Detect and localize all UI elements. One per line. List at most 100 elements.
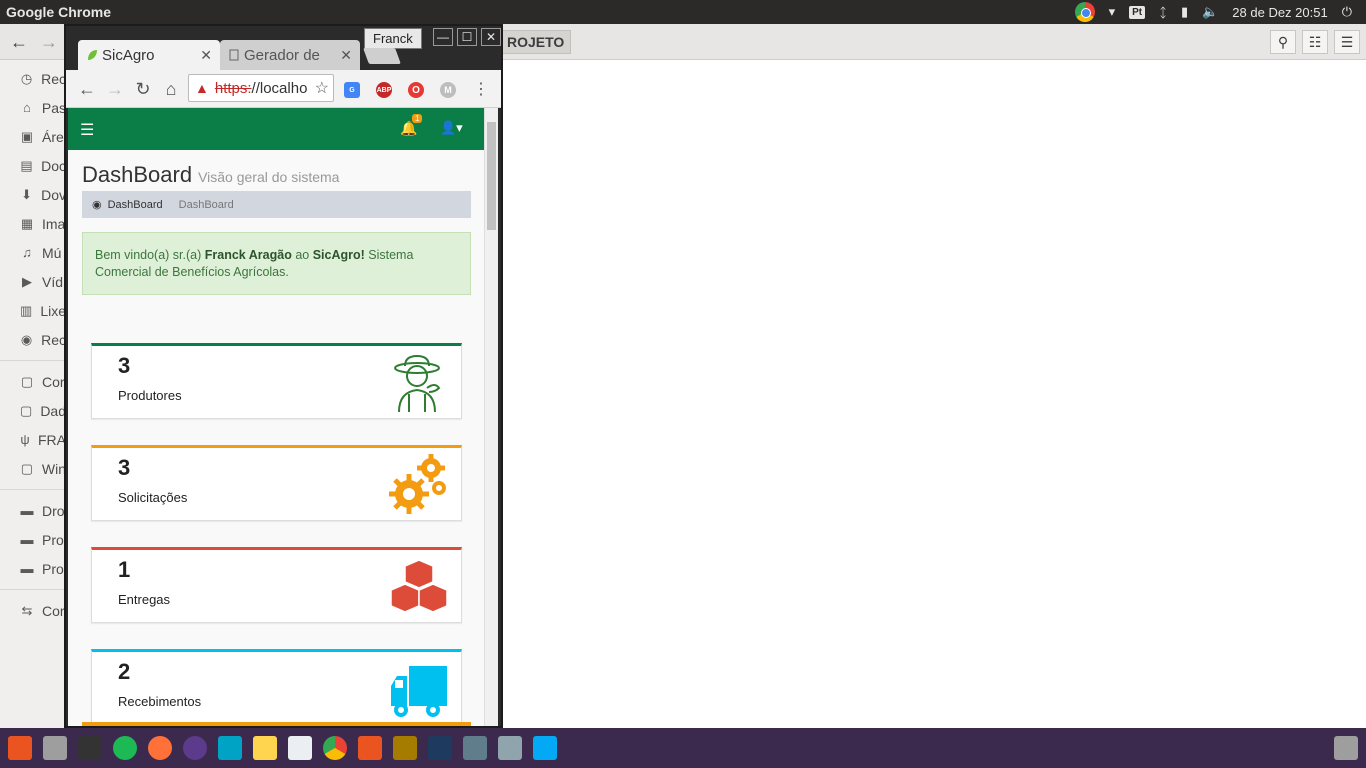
card-recebimentos[interactable]: 2 Recebimentos [91,649,462,725]
sidebar-item[interactable]: ◉ Rec [0,325,66,354]
forward-button[interactable]: → [36,30,62,54]
power-icon[interactable]: ⏻ [1342,4,1352,20]
sidebar-item[interactable]: ◷ Rec [0,64,66,93]
sidebar-item[interactable]: ⇆ Cor [0,596,66,625]
adblock-extension-icon[interactable]: ABP [376,82,392,98]
card-label: Entregas [118,592,171,607]
chrome-menu-icon[interactable]: ⋮ [470,78,492,100]
minimize-button[interactable]: — [433,28,453,46]
notification-badge: 1 [412,114,423,123]
sidebar-item[interactable]: ♫ Mú [0,238,66,267]
image-icon: ▦ [20,215,34,231]
sidebar-item-label: Rec [41,331,66,348]
sublime-icon[interactable] [393,736,417,760]
sidebar-item[interactable]: ⌂ Pas [0,93,66,122]
drive-icon: ▢ [20,402,33,418]
gmail-extension-icon[interactable]: M [440,82,456,98]
download-icon: ⬇ [21,186,32,202]
sidebar-item[interactable]: ▬ Pro [0,554,66,583]
active-app-title: Google Chrome [6,4,112,20]
system-monitor-icon[interactable] [428,736,452,760]
bookmark-star-icon[interactable]: ☆ [314,78,329,98]
scrollbar-thumb[interactable] [487,122,496,230]
files-icon[interactable] [43,736,67,760]
close-tab-icon[interactable]: ✕ [200,47,212,64]
volume-icon[interactable]: 🔈 [1202,4,1218,20]
spotify-icon[interactable] [113,736,137,760]
sidebar-item[interactable]: ▤ Doc [0,151,66,180]
truck-icon [391,666,447,717]
sidebar-item[interactable]: ▢ Win [0,454,66,483]
sidebar-item[interactable]: ψ FRA [0,425,66,454]
user-menu-icon[interactable]: 👤▾ [440,120,463,136]
translate-extension-icon[interactable]: G [344,82,360,98]
tab-sicagro[interactable]: SicAgro ✕ [78,40,220,70]
page-title-text: DashBoard [82,162,193,187]
gears-icon [389,454,446,514]
ubuntu-icon[interactable] [8,736,32,760]
home-icon[interactable]: ⌂ [160,78,182,100]
wifi-icon[interactable]: ▾ [1109,4,1116,20]
generic-app-icon[interactable] [498,736,522,760]
sidebar-item[interactable]: ▥ Lixe [0,296,66,325]
clock[interactable]: 28 de Dez 20:51 [1232,5,1327,20]
sidebar-item-label: Ima [42,215,66,232]
breadcrumb-current: DashBoard [178,198,234,211]
url-text: //localho [251,79,308,97]
connect-icon: ⇆ [21,602,33,618]
card-entregas[interactable]: 1 Entregas [91,547,462,623]
sidebar-item-label: Cor [42,373,65,390]
app-navbar: ☰ 🔔 1 👤▾ [68,108,484,150]
close-tab-icon[interactable]: ✕ [340,47,352,64]
maximize-button[interactable]: ☐ [457,28,477,46]
back-button[interactable]: ← [76,78,98,100]
path-bar-segment[interactable]: ROJETO [500,30,572,54]
firefox-icon[interactable] [148,736,172,760]
sidebar-item[interactable]: ⬇ Dov [0,180,66,209]
card-produtores[interactable]: 3 Produtores [91,343,462,419]
amazon-icon[interactable] [358,736,382,760]
opera-extension-icon[interactable]: O [408,82,424,98]
page-subtitle: Visão geral do sistema [198,169,340,185]
new-tab-button[interactable] [363,48,401,64]
not-secure-icon[interactable]: ▲ [195,80,209,96]
menu-icon[interactable]: ☰ [1334,30,1360,54]
page-scrollbar[interactable] [484,108,498,726]
chrome-indicator-icon[interactable] [1074,2,1095,22]
close-window-button[interactable]: ✕ [481,28,501,46]
sidebar-item[interactable]: ▦ Ima [0,209,66,238]
battery-icon[interactable]: ▮ [1181,4,1188,20]
software-center-icon[interactable] [288,736,312,760]
card-solicitacoes[interactable]: 3 Solicitações [91,445,462,521]
tab-gerador[interactable]: Gerador de ✕ [220,40,360,70]
search-app-icon[interactable] [463,736,487,760]
trash-icon: ▥ [20,302,33,318]
keyboard-layout-indicator[interactable]: Pt [1129,5,1146,19]
drive-icon: ▢ [20,373,34,389]
address-bar[interactable]: ▲ https: //localho ☆ [188,74,334,102]
profile-button[interactable]: Franck [364,28,422,49]
eclipse-icon[interactable] [183,736,207,760]
sidebar-item[interactable]: ▬ Dro [0,496,66,525]
sidebar-item[interactable]: ▬ Pro [0,525,66,554]
terminal-icon[interactable] [78,736,102,760]
chrome-icon[interactable] [323,736,347,760]
reload-icon[interactable]: ↻ [132,78,154,100]
card-label: Solicitações [118,490,188,505]
mysql-workbench-icon[interactable] [218,736,242,760]
sidebar-toggle-icon[interactable]: ☰ [80,120,94,140]
bulb-icon[interactable] [253,736,277,760]
sidebar-item[interactable]: ▶ Víd [0,267,66,296]
breadcrumb-link[interactable]: DashBoard [108,199,163,211]
sidebar-item-label: Pro [42,560,64,577]
sidebar-item[interactable]: ▢ Dad [0,396,66,425]
back-button[interactable]: ← [6,30,32,54]
forward-button[interactable]: → [104,78,126,100]
trash-icon[interactable] [1334,736,1358,760]
search-icon[interactable]: ⚲ [1270,30,1296,54]
sidebar-item[interactable]: ▣ Áre [0,122,66,151]
folder-app-icon[interactable] [533,736,557,760]
list-view-icon[interactable]: ☷ [1302,30,1328,54]
sidebar-item[interactable]: ▢ Cor [0,367,66,396]
bluetooth-icon[interactable]: ᛨ [1159,5,1167,20]
